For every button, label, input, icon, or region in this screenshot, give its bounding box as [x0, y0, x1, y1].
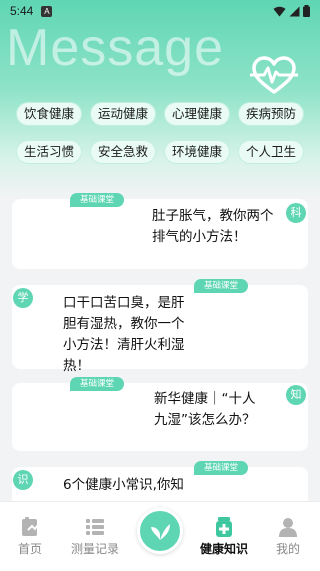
card-title: 新华健康｜“十人九湿”该怎么办？ [154, 391, 256, 428]
tab-home[interactable]: 首页 [0, 502, 60, 571]
tab-records[interactable]: 测量记录 [65, 502, 125, 571]
tab-knowledge-label: 健康知识 [199, 542, 248, 556]
heart-pulse-icon [250, 56, 298, 94]
notification-a-icon: A [41, 5, 53, 17]
battery-icon [303, 5, 310, 17]
leaf-icon [151, 524, 170, 540]
list-icon [86, 519, 104, 535]
tag-personal-hygiene[interactable]: 个人卫生 [238, 140, 304, 164]
card-corner-label: 识 [13, 470, 33, 490]
tab-home-label: 首页 [17, 542, 42, 556]
tag-exercise-health[interactable]: 运动健康 [90, 102, 156, 126]
article-card[interactable]: 基础课堂 知 新华健康｜“十人九湿”该怎么办？ [12, 377, 308, 451]
medicine-box-icon [216, 517, 232, 537]
card-title: 6个健康小常识,你知 [63, 477, 184, 493]
tag-disease-prevention[interactable]: 疾病预防 [238, 102, 304, 126]
user-icon [279, 518, 297, 537]
wifi-icon [273, 6, 286, 16]
card-badge: 基础课堂 [70, 377, 125, 391]
center-leaf-button[interactable] [137, 508, 183, 554]
banner-title: Message [6, 19, 224, 77]
tab-knowledge[interactable]: 健康知识 [194, 502, 254, 571]
tag-first-aid[interactable]: 安全急救 [90, 140, 156, 164]
card-badge: 基础课堂 [194, 461, 249, 475]
status-icons [273, 5, 310, 17]
card-badge: 基础课堂 [194, 279, 249, 293]
status-time: 5:44 [10, 4, 34, 18]
card-badge: 基础课堂 [70, 193, 125, 207]
tag-diet-health[interactable]: 饮食健康 [16, 102, 82, 126]
tag-environment-health[interactable]: 环境健康 [164, 140, 230, 164]
article-card[interactable]: 基础课堂 学 口干口苦口臭，是肝胆有湿热，教你一个小方法！清肝火利湿热！ [12, 279, 308, 374]
tab-records-label: 测量记录 [70, 542, 119, 556]
tab-mine-label: 我的 [275, 542, 300, 556]
tag-life-habits[interactable]: 生活习惯 [16, 140, 82, 164]
card-corner-label: 学 [13, 288, 33, 308]
tag-mental-health[interactable]: 心理健康 [164, 102, 230, 126]
tab-mine[interactable]: 我的 [258, 502, 318, 571]
card-corner-label: 知 [286, 385, 306, 405]
signal-icon [289, 6, 300, 16]
home-doc-icon [22, 517, 39, 536]
card-title: 肚子胀气，教你两个排气的小方法！ [152, 208, 274, 245]
category-tags: 饮食健康 运动健康 心理健康 疾病预防 生活习惯 安全急救 环境健康 个人卫生 [16, 102, 304, 164]
article-card[interactable]: 基础课堂 科 肚子胀气，教你两个排气的小方法！ [12, 193, 308, 269]
card-corner-label: 科 [286, 203, 306, 223]
card-title: 口干口苦口臭，是肝胆有湿热，教你一个小方法！清肝火利湿热！ [63, 295, 185, 374]
